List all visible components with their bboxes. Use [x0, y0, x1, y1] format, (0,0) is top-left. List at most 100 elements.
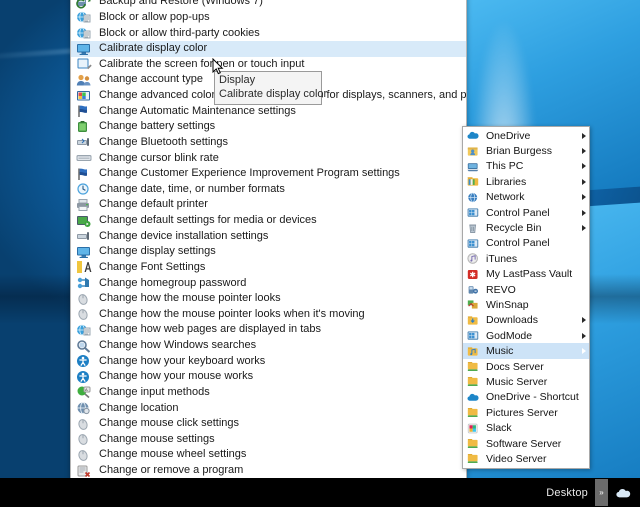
godmode-list-item-label: Change battery settings: [99, 120, 216, 133]
context-menu-item[interactable]: REVO: [463, 282, 589, 297]
godmode-list-item[interactable]: Change default settings for media or dev…: [71, 213, 466, 229]
godmode-list-item[interactable]: Change display settings: [71, 244, 466, 260]
context-menu-item[interactable]: Docs Server: [463, 359, 589, 374]
context-menu-item-label: Slack: [486, 422, 512, 435]
chevron-right-icon: [582, 317, 586, 324]
godmode-list-item[interactable]: Change cursor blink rate: [71, 150, 466, 166]
chevron-right-icon: [582, 332, 586, 339]
internet-options-icon: [76, 323, 92, 337]
context-menu-item-label: Libraries: [486, 175, 527, 188]
slack-icon: [467, 422, 480, 435]
godmode-list-item-label: Change input methods: [99, 385, 210, 398]
godmode-list-item[interactable]: Change mouse click settings: [71, 416, 466, 432]
context-menu-item[interactable]: Control Panel: [463, 236, 589, 251]
context-menu-item-label: Software Server: [486, 437, 562, 450]
system-tray[interactable]: [608, 488, 640, 498]
context-menu-item-label: WinSnap: [486, 298, 529, 311]
winsnap-icon: [467, 298, 480, 311]
control-panel-icon: [467, 237, 480, 250]
context-menu-item[interactable]: OneDrive: [463, 128, 589, 143]
godmode-list-item[interactable]: Change mouse settings: [71, 432, 466, 448]
context-menu-item[interactable]: Recycle Bin: [463, 220, 589, 235]
music-folder-icon: [467, 345, 480, 358]
chevron-right-icon: [582, 148, 586, 155]
tablet-pc-icon: [76, 57, 92, 71]
taskbar-desktop-label[interactable]: Desktop: [546, 487, 595, 499]
internet-options-icon: [76, 26, 92, 40]
godmode-list-item-label: Change how the mouse pointer looks when …: [99, 307, 365, 320]
display-icon: [76, 42, 92, 56]
godmode-list-item[interactable]: Change Font Settings: [71, 260, 466, 276]
godmode-list-item[interactable]: Change how your keyboard works: [71, 353, 466, 369]
this-pc-icon: [467, 160, 480, 173]
godmode-list-item[interactable]: Change date, time, or number formats: [71, 182, 466, 198]
libraries-icon: [467, 175, 480, 188]
context-menu-item[interactable]: GodMode: [463, 328, 589, 343]
color-management-icon: [76, 89, 92, 103]
context-menu-item[interactable]: Music Server: [463, 374, 589, 389]
godmode-list-item[interactable]: Change homegroup password: [71, 275, 466, 291]
godmode-list-item-label: Change cursor blink rate: [99, 151, 219, 164]
chevron-right-icon: [582, 225, 586, 232]
user-folder-icon: [467, 145, 480, 158]
context-menu-item-label: This PC: [486, 160, 524, 173]
context-menu-item[interactable]: WinSnap: [463, 297, 589, 312]
godmode-list-item[interactable]: Change Bluetooth settings: [71, 135, 466, 151]
godmode-list-item[interactable]: Change default printer: [71, 197, 466, 213]
godmode-list-item[interactable]: Change how web pages are displayed in ta…: [71, 322, 466, 338]
godmode-list-item[interactable]: Change location: [71, 400, 466, 416]
godmode-list-item[interactable]: Change how your mouse works: [71, 369, 466, 385]
godmode-list-item[interactable]: Change how Windows searches: [71, 338, 466, 354]
godmode-list-item[interactable]: Backup and Restore (Windows 7): [71, 0, 466, 10]
network-folder-icon: [467, 437, 480, 450]
godmode-list-item[interactable]: Change device installation settings: [71, 228, 466, 244]
godmode-list-item-label: Change account type: [99, 73, 203, 86]
desktop-context-menu[interactable]: OneDrive Brian Burgess This PC Libraries Net…: [462, 126, 590, 469]
godmode-list-item[interactable]: Change how the mouse pointer looks: [71, 291, 466, 307]
security-flag-icon: [76, 167, 92, 181]
context-menu-item-label: Pictures Server: [486, 406, 558, 419]
context-menu-item[interactable]: Video Server: [463, 451, 589, 466]
godmode-list-item-label: Change how Windows searches: [99, 339, 257, 352]
godmode-list-item-label: Change or remove a program: [99, 464, 244, 477]
godmode-list-item-label: Change device installation settings: [99, 229, 269, 242]
onedrive-icon: [467, 391, 480, 404]
context-menu-item[interactable]: OneDrive - Shortcut: [463, 390, 589, 405]
context-menu-item[interactable]: Downloads: [463, 313, 589, 328]
onedrive-icon[interactable]: [616, 488, 631, 498]
context-menu-item[interactable]: This PC: [463, 159, 589, 174]
chevron-double-right-icon[interactable]: »: [595, 479, 608, 506]
homegroup-icon: [76, 276, 92, 290]
chevron-right-icon: [582, 209, 586, 216]
network-folder-icon: [467, 452, 480, 465]
context-menu-item[interactable]: My LastPass Vault: [463, 267, 589, 282]
godmode-list-item[interactable]: Change Customer Experience Improvement P…: [71, 166, 466, 182]
godmode-list-item[interactable]: Calibrate display color: [71, 40, 466, 57]
chevron-right-icon: [582, 163, 586, 170]
godmode-list-item[interactable]: Calibrate the screen for pen or touch in…: [71, 57, 466, 73]
godmode-list-item[interactable]: Change how the mouse pointer looks when …: [71, 307, 466, 323]
godmode-list-item[interactable]: Change mouse wheel settings: [71, 447, 466, 463]
context-menu-item[interactable]: Pictures Server: [463, 405, 589, 420]
chevron-right-icon: [582, 348, 586, 355]
context-menu-item[interactable]: Music: [463, 343, 589, 359]
context-menu-item[interactable]: Software Server: [463, 436, 589, 451]
godmode-list-item[interactable]: Change or remove a program: [71, 463, 466, 479]
context-menu-item[interactable]: Control Panel: [463, 205, 589, 220]
context-menu-item[interactable]: Libraries: [463, 174, 589, 189]
printer-icon: [76, 198, 92, 212]
context-menu-item[interactable]: iTunes: [463, 251, 589, 266]
context-menu-item[interactable]: Brian Burgess: [463, 143, 589, 158]
context-menu-item[interactable]: Slack: [463, 420, 589, 435]
godmode-list-item[interactable]: Change Automatic Maintenance settings: [71, 103, 466, 119]
taskbar[interactable]: Desktop »: [0, 478, 640, 507]
mouse-icon: [76, 292, 92, 306]
godmode-list-item[interactable]: Change battery settings: [71, 119, 466, 135]
godmode-list-item-label: Change Font Settings: [99, 260, 206, 273]
godmode-list-item-label: Change default printer: [99, 198, 208, 211]
godmode-list-item[interactable]: Block or allow third-party cookies: [71, 25, 466, 41]
context-menu-item[interactable]: Network: [463, 190, 589, 205]
context-menu-item-label: Network: [486, 191, 525, 204]
godmode-list-item[interactable]: A Change input methods: [71, 385, 466, 401]
godmode-list-item[interactable]: Block or allow pop-ups: [71, 10, 466, 26]
